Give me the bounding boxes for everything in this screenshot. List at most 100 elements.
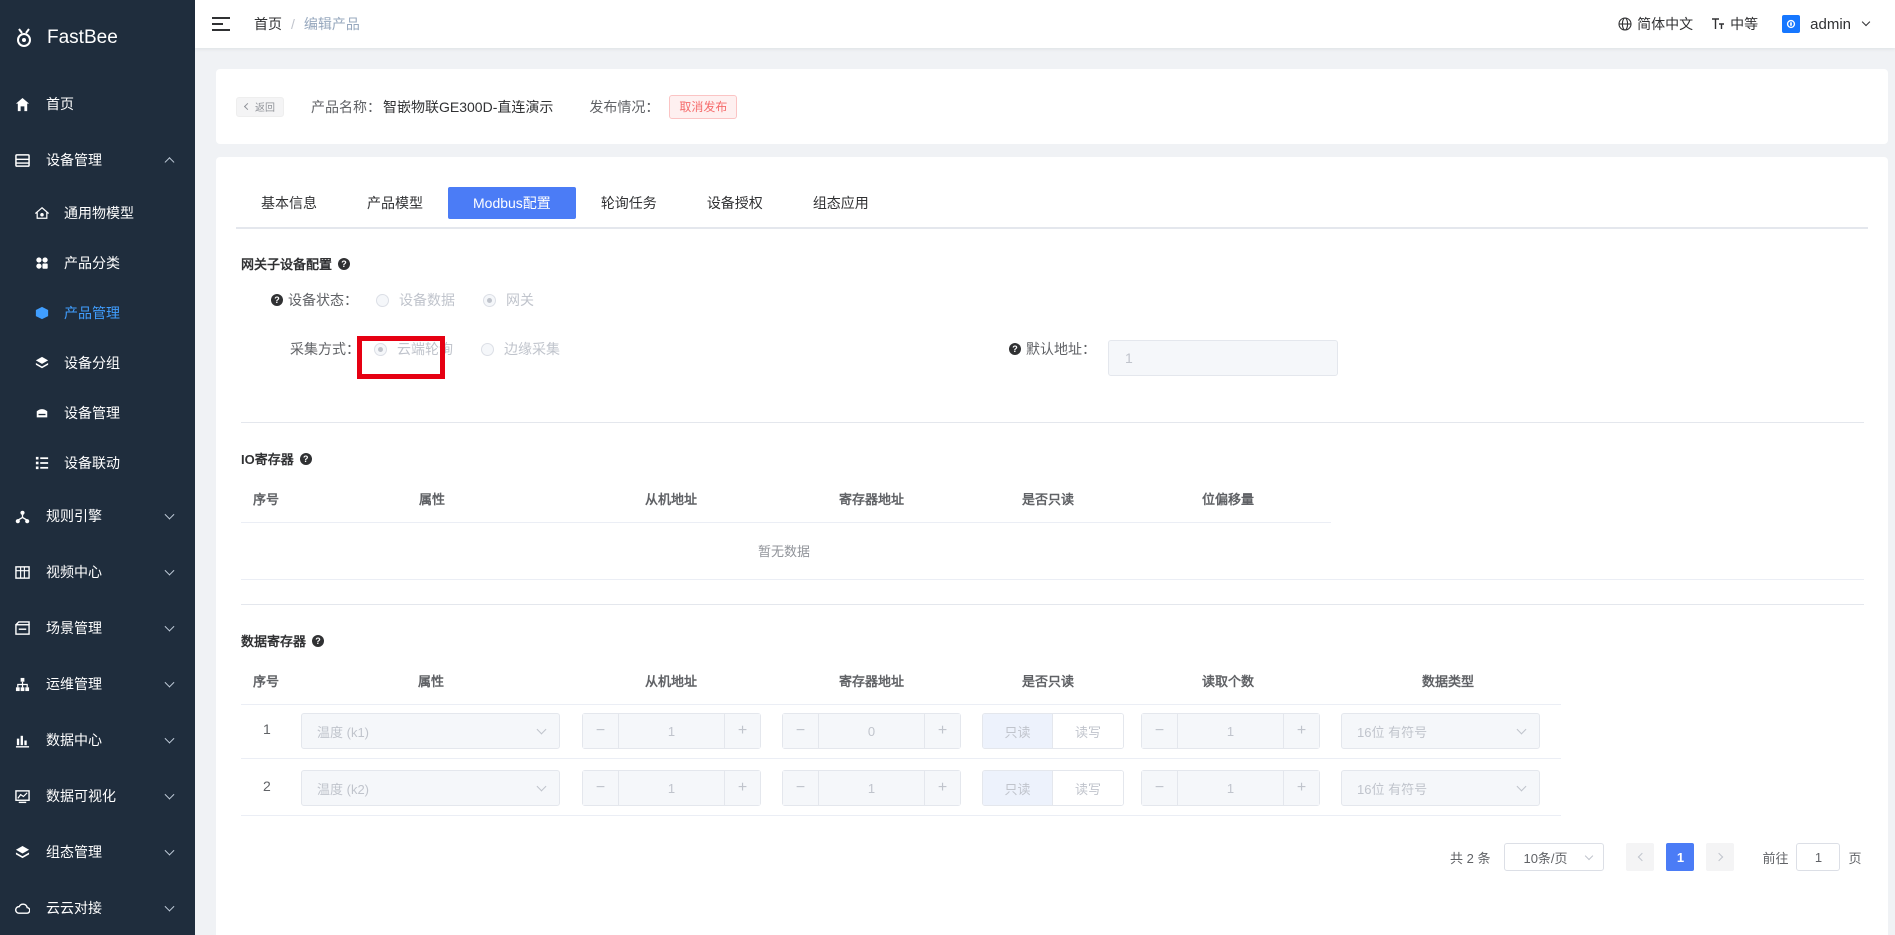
help-icon[interactable]: ? xyxy=(1009,343,1021,355)
prev-page-button[interactable] xyxy=(1626,843,1655,871)
chevron-down-icon xyxy=(536,724,547,735)
read-count-stepper[interactable]: −1 + xyxy=(1141,770,1320,806)
sidebar-item-scene-manage[interactable]: 场景管理 xyxy=(0,600,195,656)
column-header: 属性 xyxy=(419,492,446,507)
plus-icon[interactable]: + xyxy=(924,714,960,748)
help-icon[interactable]: ? xyxy=(271,294,283,306)
io-register-title: IO寄存器 ? xyxy=(241,449,312,468)
sidebar-subitem-device-manage[interactable]: 设备管理 xyxy=(0,388,195,438)
data-type-select[interactable]: 16位 有符号 xyxy=(1341,713,1540,749)
chevron-down-icon xyxy=(164,509,175,520)
chevron-down-icon xyxy=(164,789,175,800)
sidebar-subitem-product-manage[interactable]: 产品管理 xyxy=(0,288,195,338)
radio-device-data[interactable]: 设备数据 xyxy=(376,290,455,310)
layers-icon xyxy=(34,355,50,371)
column-header: 数据类型 xyxy=(1422,674,1475,689)
breadcrumb-home[interactable]: 首页 xyxy=(254,16,282,32)
readonly-toggle[interactable]: 只读 读写 xyxy=(982,770,1124,806)
register-address-stepper[interactable]: −1 + xyxy=(782,770,961,806)
plus-icon[interactable]: + xyxy=(1283,714,1319,748)
sidebar-subitem-device-group[interactable]: 设备分组 xyxy=(0,338,195,388)
page-number-current[interactable]: 1 xyxy=(1666,843,1695,871)
minus-icon[interactable]: − xyxy=(1142,714,1178,748)
plus-icon[interactable]: + xyxy=(724,714,760,748)
back-button[interactable]: 返回 xyxy=(236,96,284,117)
globe-icon xyxy=(1618,17,1632,31)
unpublish-tag[interactable]: 取消发布 xyxy=(669,94,738,119)
sidebar-item-home[interactable]: 首页 xyxy=(0,76,195,132)
model-icon xyxy=(34,205,50,221)
next-page-button[interactable] xyxy=(1706,843,1735,871)
help-icon[interactable]: ? xyxy=(312,634,325,647)
sidebar-item-label: 产品管理 xyxy=(64,305,120,321)
goto-page-input[interactable]: 1 xyxy=(1796,843,1841,871)
goto-suffix: 页 xyxy=(1848,850,1862,866)
chevron-right-icon xyxy=(1714,852,1724,862)
radio-gateway[interactable]: 网关 xyxy=(483,290,534,310)
app-logo[interactable]: FastBee xyxy=(0,0,195,76)
default-address-input[interactable]: 1 xyxy=(1108,340,1338,376)
sidebar-item-cloud-dock[interactable]: 云云对接 xyxy=(0,880,195,935)
minus-icon[interactable]: − xyxy=(583,714,619,748)
readwrite-option[interactable]: 读写 xyxy=(1053,771,1123,805)
register-address-stepper[interactable]: −0 + xyxy=(782,713,961,749)
sidebar-subitem-product-category[interactable]: 产品分类 xyxy=(0,238,195,288)
sidebar-item-ops-manage[interactable]: 运维管理 xyxy=(0,656,195,712)
radio-edge-collect[interactable]: 边缘采集 xyxy=(481,339,560,359)
sidebar-item-data-center[interactable]: 数据中心 xyxy=(0,712,195,768)
chevron-down-icon xyxy=(164,901,175,912)
page-size-select[interactable]: 10条/页 xyxy=(1504,843,1605,871)
sidebar-item-config-manage[interactable]: 组态管理 xyxy=(0,824,195,880)
sidebar-item-device-manage[interactable]: 设备管理 xyxy=(0,132,195,188)
property-select[interactable]: 温度 (k2) xyxy=(301,770,560,806)
ops-icon xyxy=(14,676,30,692)
sidebar: FastBee 首页 设备管理 通用物模型 产品分类 产品管理 设备分组 设备管… xyxy=(0,0,195,935)
minus-icon[interactable]: − xyxy=(583,771,619,805)
sidebar-item-video-center[interactable]: 视频中心 xyxy=(0,544,195,600)
property-select[interactable]: 温度 (k1) xyxy=(301,713,560,749)
row-divider xyxy=(241,579,1864,580)
language-switch[interactable]: 简体中文 xyxy=(1618,14,1693,34)
tab-modbus-config[interactable]: Modbus配置 xyxy=(448,187,576,219)
plus-icon[interactable]: + xyxy=(724,771,760,805)
read-count-stepper[interactable]: −1 + xyxy=(1141,713,1320,749)
tab-device-auth[interactable]: 设备授权 xyxy=(682,187,788,219)
sidebar-item-label: 规则引擎 xyxy=(46,508,102,524)
slave-address-stepper[interactable]: −1 + xyxy=(582,770,761,806)
minus-icon[interactable]: − xyxy=(783,714,819,748)
goto-prefix: 前往 xyxy=(1762,850,1789,866)
io-register-empty-text: 暂无数据 xyxy=(758,544,811,559)
readonly-option[interactable]: 只读 xyxy=(983,714,1053,748)
section-divider xyxy=(241,422,1864,423)
sidebar-subitem-thing-model[interactable]: 通用物模型 xyxy=(0,188,195,238)
tab-basic-info[interactable]: 基本信息 xyxy=(236,187,342,219)
help-icon[interactable]: ? xyxy=(299,452,312,465)
sidebar-item-label: 设备管理 xyxy=(64,405,120,421)
user-menu[interactable]: admin xyxy=(1782,15,1871,33)
help-icon[interactable]: ? xyxy=(338,257,351,270)
readwrite-option[interactable]: 读写 xyxy=(1053,714,1123,748)
font-size-switch[interactable]: 中等 xyxy=(1711,14,1758,34)
data-type-select[interactable]: 16位 有符号 xyxy=(1341,770,1540,806)
plus-icon[interactable]: + xyxy=(1283,771,1319,805)
row-divider xyxy=(241,758,1561,759)
gateway-section-title: 网关子设备配置 ? xyxy=(241,254,351,273)
sidebar-item-rule-engine[interactable]: 规则引擎 xyxy=(0,488,195,544)
plus-icon[interactable]: + xyxy=(924,771,960,805)
sidebar-subitem-device-linkage[interactable]: 设备联动 xyxy=(0,438,195,488)
link-icon xyxy=(34,455,50,471)
tab-product-model[interactable]: 产品模型 xyxy=(342,187,448,219)
header-right: 简体中文 中等 admin xyxy=(1600,0,1871,48)
minus-icon[interactable]: − xyxy=(783,771,819,805)
sidebar-item-data-visual[interactable]: 数据可视化 xyxy=(0,768,195,824)
chevron-down-icon xyxy=(1516,724,1527,735)
slave-address-stepper[interactable]: −1 + xyxy=(582,713,761,749)
tab-poll-task[interactable]: 轮询任务 xyxy=(576,187,682,219)
readonly-toggle[interactable]: 只读 读写 xyxy=(982,713,1124,749)
menu-toggle-icon[interactable] xyxy=(212,17,230,31)
cloud-icon xyxy=(14,900,30,916)
tab-config-app[interactable]: 组态应用 xyxy=(788,187,894,219)
readonly-option[interactable]: 只读 xyxy=(983,771,1053,805)
product-tabs: 基本信息 产品模型 Modbus配置 轮询任务 设备授权 组态应用 xyxy=(236,179,1868,229)
minus-icon[interactable]: − xyxy=(1142,771,1178,805)
